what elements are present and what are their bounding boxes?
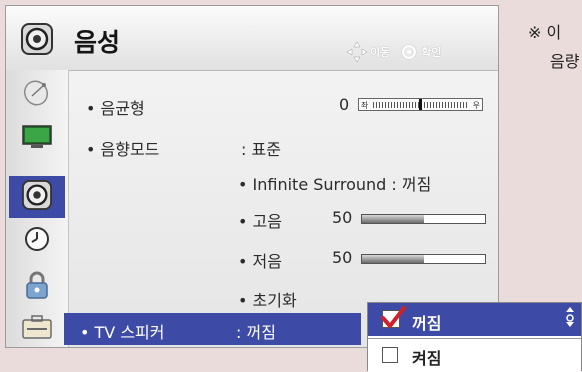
side-note: ※ 이 음량	[528, 18, 579, 76]
toolbox-icon	[21, 313, 53, 345]
treble-level-fill	[362, 215, 424, 223]
option-off-label: 꺼짐	[412, 314, 442, 333]
bass-slider[interactable]	[361, 254, 486, 264]
sound-menu-panel: 음성 이동 확인 • 음균형 0 좌 우 • 음향모드: 표준 • Infin…	[5, 5, 499, 348]
note-line-2: 음량	[550, 52, 580, 71]
checkbox-on[interactable]	[382, 347, 398, 363]
tv-speaker-row[interactable]: • TV 스피커 : 꺼짐	[64, 313, 361, 345]
balance-left-mark: 좌	[361, 101, 369, 110]
balance-value: 0	[339, 95, 350, 114]
sound-mode-value: : 표준	[241, 140, 281, 159]
sidebar-item-sound[interactable]	[9, 176, 65, 218]
treble-label[interactable]: • 고음	[238, 208, 282, 232]
sidebar-item-time[interactable]	[9, 220, 65, 262]
lock-icon	[24, 270, 50, 304]
tv-speaker-dropdown: 꺼짐 켜짐	[367, 302, 582, 372]
sidebar-item-picture[interactable]	[9, 118, 65, 160]
category-sidebar	[6, 70, 69, 347]
checkmark-icon	[380, 305, 406, 335]
page-title: 음성	[74, 28, 121, 57]
bass-value: 50	[332, 248, 353, 267]
note-line-1: ※ 이	[528, 23, 562, 42]
sidebar-item-lock[interactable]	[9, 266, 65, 308]
balance-slider[interactable]: 좌 우	[358, 98, 483, 111]
bass-level-fill	[362, 255, 424, 263]
balance-thumb[interactable]	[419, 99, 422, 110]
treble-value: 50	[332, 208, 353, 227]
clock-icon	[23, 225, 51, 257]
balance-right-mark: 우	[472, 101, 480, 110]
reset-item[interactable]: • 초기화	[238, 287, 297, 311]
nav-hint: 이동 확인	[346, 41, 442, 63]
infinite-surround-item[interactable]: • Infinite Surround : 꺼짐	[238, 171, 431, 195]
direction-arrows-icon	[346, 41, 368, 63]
move-hint-label: 이동	[370, 46, 391, 59]
tv-speaker-label: • TV 스피커	[80, 323, 165, 342]
bass-label[interactable]: • 저음	[238, 248, 282, 272]
treble-slider[interactable]	[361, 214, 486, 224]
menu-header: 음성 이동 확인	[6, 6, 498, 71]
balance-label[interactable]: • 음균형	[86, 95, 145, 119]
ok-button-icon	[402, 45, 417, 59]
speaker-icon	[22, 180, 52, 214]
ok-hint-label: 확인	[421, 46, 442, 59]
sidebar-item-channel[interactable]	[9, 74, 65, 116]
sound-mode-label[interactable]: • 음향모드	[86, 136, 159, 160]
option-on-label: 켜짐	[412, 349, 442, 368]
option-on[interactable]: 켜짐	[368, 338, 581, 372]
tv-screen-icon	[21, 123, 53, 155]
sidebar-item-options[interactable]	[9, 308, 65, 350]
scroll-arrows-icon[interactable]	[564, 306, 576, 332]
tv-speaker-value: : 꺼짐	[236, 323, 276, 342]
speaker-icon	[21, 23, 53, 59]
satellite-dish-icon	[22, 78, 52, 112]
option-off[interactable]: 꺼짐	[368, 303, 581, 336]
